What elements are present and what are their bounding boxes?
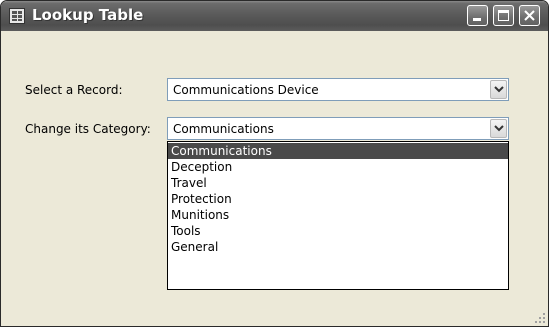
category-dropdown-list[interactable]: Communications Deception Travel Protecti…	[167, 141, 509, 290]
list-item[interactable]: Munitions	[168, 207, 508, 223]
form-client-area: Select a Record: Communications Device C…	[1, 31, 548, 326]
record-dropdown-button[interactable]	[490, 80, 507, 99]
category-combobox[interactable]: Communications	[167, 117, 509, 140]
close-button[interactable]	[519, 5, 540, 26]
title-bar[interactable]: Lookup Table	[1, 1, 548, 31]
close-icon	[524, 10, 535, 21]
list-item[interactable]: General	[168, 239, 508, 255]
maximize-icon	[498, 10, 509, 21]
minimize-button[interactable]	[467, 5, 488, 26]
minimize-icon	[473, 18, 481, 21]
chevron-down-icon	[494, 86, 504, 93]
resize-grip-icon[interactable]	[534, 312, 546, 324]
lookup-table-window: Lookup Table Select a Record: Communicat…	[0, 0, 549, 327]
window-title: Lookup Table	[32, 6, 144, 24]
record-value: Communications Device	[173, 83, 319, 97]
record-combobox[interactable]: Communications Device	[167, 78, 509, 101]
list-item[interactable]: Tools	[168, 223, 508, 239]
list-item[interactable]: Protection	[168, 191, 508, 207]
chevron-down-icon	[494, 125, 504, 132]
app-table-icon	[9, 8, 25, 24]
change-category-label: Change its Category:	[25, 122, 151, 136]
category-dropdown-button[interactable]	[490, 119, 507, 138]
list-item[interactable]: Travel	[168, 175, 508, 191]
list-item[interactable]: Communications	[168, 143, 508, 159]
list-item[interactable]: Deception	[168, 159, 508, 175]
maximize-button[interactable]	[493, 5, 514, 26]
select-record-label: Select a Record:	[25, 83, 123, 97]
category-value: Communications	[173, 122, 274, 136]
